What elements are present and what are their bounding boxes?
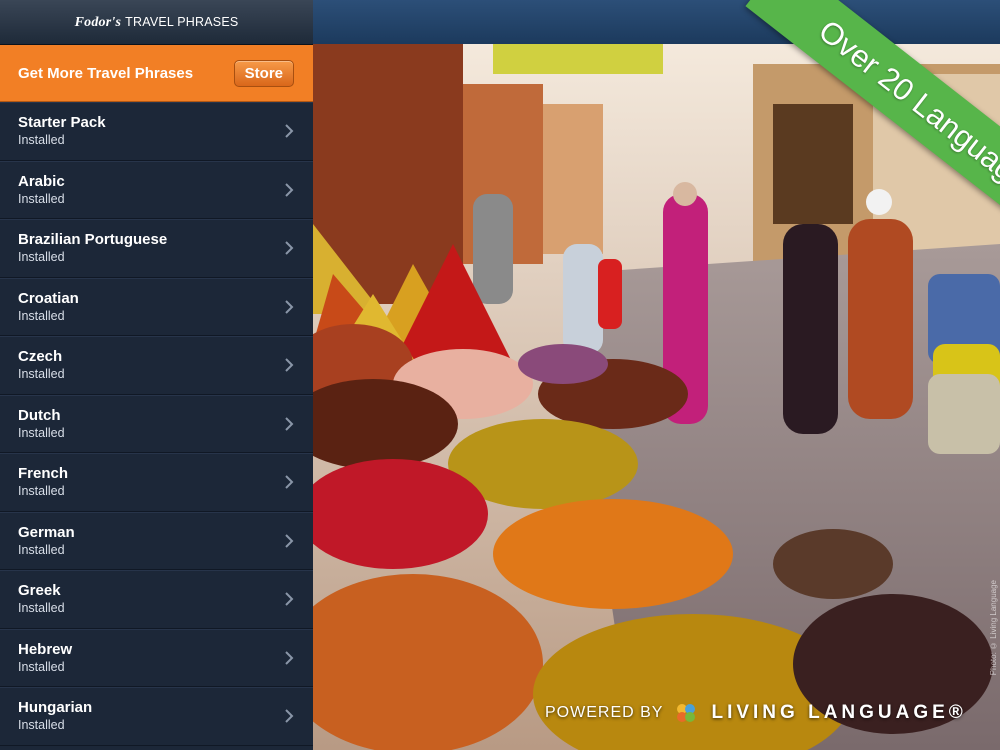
living-language-logo-icon: [677, 704, 696, 722]
chevron-right-icon: [285, 592, 294, 606]
language-name: Hungarian: [18, 699, 93, 716]
list-item[interactable]: Arabic Installed: [0, 160, 313, 219]
promo-ribbon: Over 20 Languages: [680, 0, 1000, 260]
list-item[interactable]: French Installed: [0, 453, 313, 512]
list-item[interactable]: Hebrew Installed: [0, 628, 313, 687]
list-item[interactable]: Hungarian Installed: [0, 687, 313, 746]
language-name: Greek: [18, 582, 61, 599]
chevron-right-icon: [285, 358, 294, 372]
ribbon-banner: Over 20 Languages: [745, 0, 1000, 260]
powered-by-label: POWERED BY: [545, 704, 664, 721]
language-name: Arabic: [18, 172, 65, 190]
chevron-right-icon: [285, 475, 294, 489]
language-status: Installed: [18, 484, 65, 498]
language-list: Starter Pack Installed Arabic Installed …: [0, 102, 313, 746]
list-item[interactable]: Greek Installed: [0, 570, 313, 629]
list-item[interactable]: Brazilian Portuguese Installed: [0, 219, 313, 278]
language-status: Installed: [18, 718, 65, 732]
main-content: Over 20 Languages POWERED BY LIVING LANG…: [313, 0, 1000, 750]
language-name: Czech: [18, 348, 63, 365]
list-item[interactable]: German Installed: [0, 511, 313, 570]
chevron-right-icon: [285, 124, 294, 138]
language-status: Installed: [18, 250, 65, 264]
language-status: Installed: [18, 191, 65, 206]
chevron-right-icon: [285, 182, 294, 197]
app-header: Fodor's TRAVEL PHRASES: [0, 0, 313, 45]
language-status: Installed: [18, 542, 65, 557]
chevron-right-icon: [285, 416, 294, 431]
language-status: Installed: [18, 425, 65, 440]
language-status: Installed: [18, 133, 65, 147]
photo-credit: Photo: © Living Language: [989, 580, 998, 676]
language-name: Brazilian Portuguese: [18, 231, 168, 248]
powered-by: POWERED BY LIVING LANGUAGE®: [545, 702, 967, 724]
brand-logo: Fodor's TRAVEL PHRASES: [75, 14, 239, 31]
store-button[interactable]: Store: [233, 59, 294, 87]
list-item[interactable]: Starter Pack Installed: [0, 102, 313, 161]
chevron-right-icon: [285, 241, 294, 255]
brand-title: TRAVEL PHRASES: [125, 14, 239, 29]
living-language-name: LIVING LANGUAGE®: [711, 702, 967, 723]
sidebar: Fodor's TRAVEL PHRASES Get More Travel Ph…: [0, 0, 313, 750]
chevron-right-icon: [285, 299, 294, 314]
language-name: Starter Pack: [18, 114, 106, 131]
language-name: French: [18, 465, 69, 482]
language-name: Hebrew: [18, 640, 73, 658]
language-status: Installed: [18, 308, 65, 323]
list-item[interactable]: Dutch Installed: [0, 394, 313, 453]
language-name: Dutch: [18, 406, 61, 424]
chevron-right-icon: [285, 709, 294, 723]
language-status: Installed: [18, 601, 65, 615]
chevron-right-icon: [285, 650, 294, 665]
chevron-right-icon: [285, 533, 294, 548]
language-name: Croatian: [18, 289, 79, 307]
promo-banner[interactable]: Get More Travel Phrases Store: [0, 45, 313, 102]
list-item[interactable]: Croatian Installed: [0, 277, 313, 336]
brand-logo-text: Fodor's: [74, 14, 122, 30]
promo-label: Get More Travel Phrases: [18, 64, 194, 82]
list-item[interactable]: Czech Installed: [0, 336, 313, 395]
language-name: German: [18, 523, 75, 541]
ribbon-text: Over 20 Languages: [812, 12, 1000, 209]
language-status: Installed: [18, 367, 65, 381]
language-status: Installed: [18, 659, 65, 674]
